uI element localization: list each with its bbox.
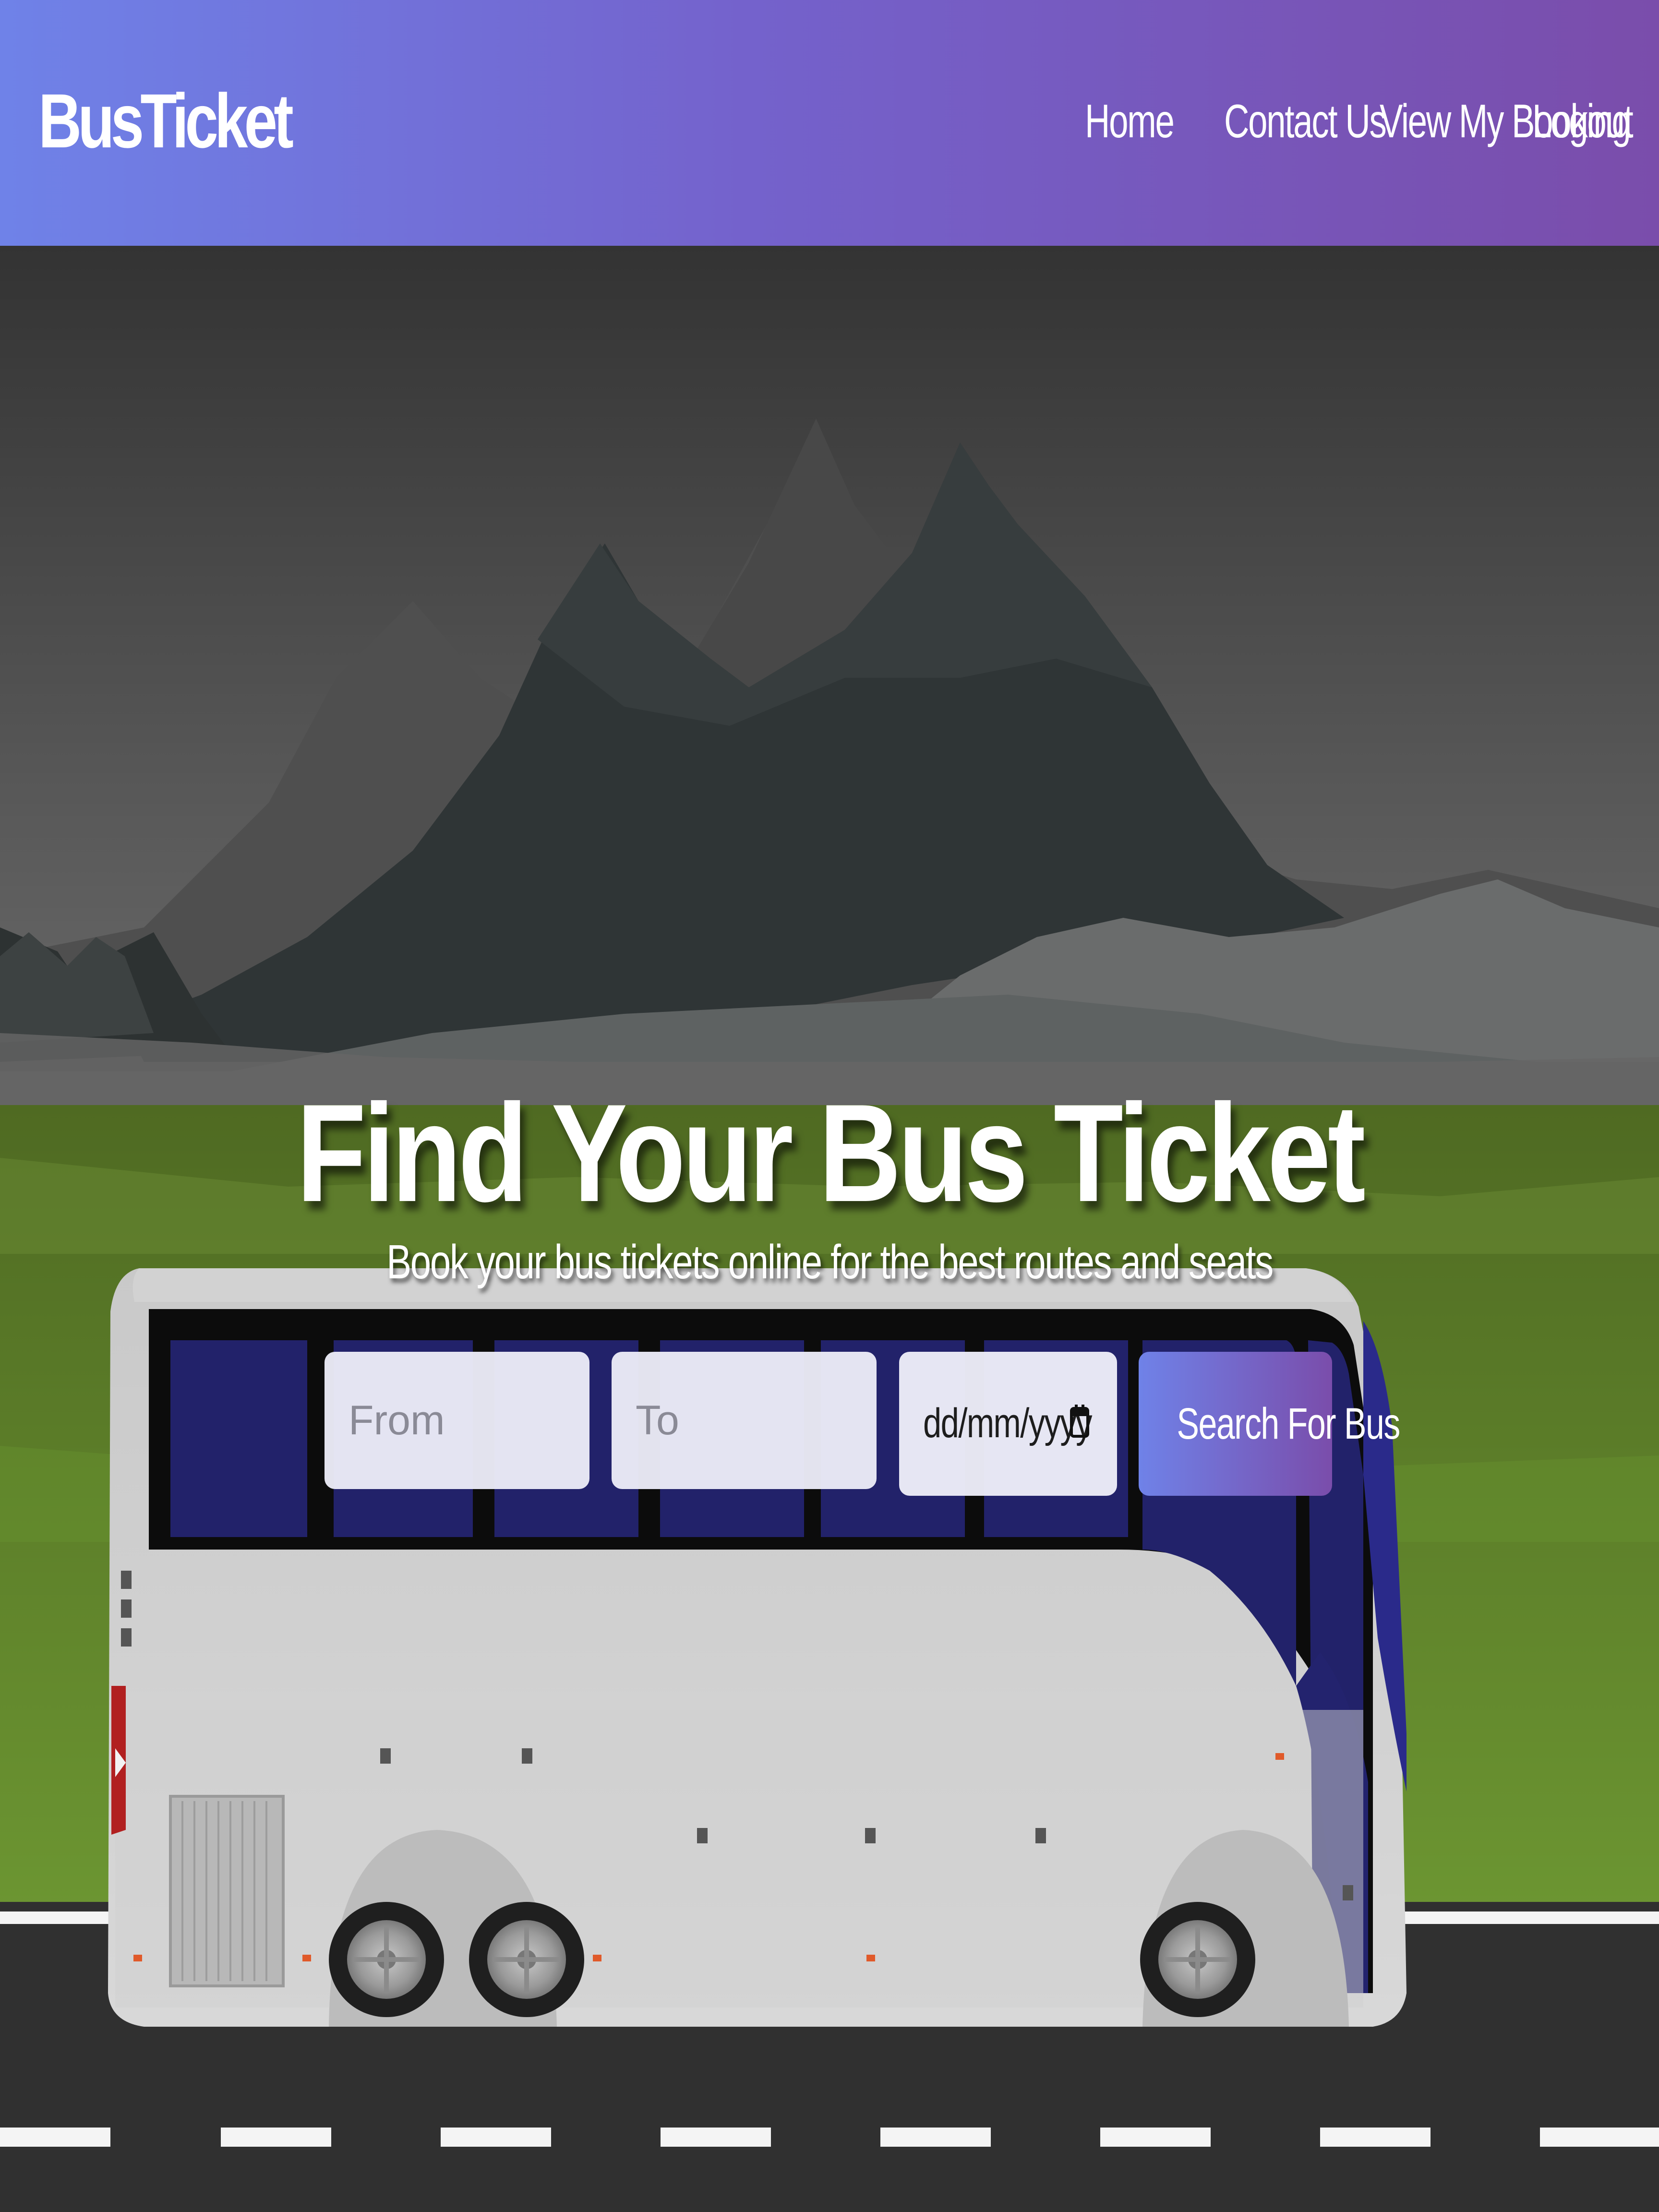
hero-title: Find Your Bus Ticket <box>296 1075 1366 1231</box>
hero-section: Find Your Bus Ticket Book your bus ticke… <box>0 246 1659 2212</box>
nav-contact-us-link[interactable]: Contact Us <box>1224 94 1387 148</box>
navbar: BusTicket Home Contact Us View My Bookin… <box>0 0 1659 246</box>
search-for-bus-label: Search For Bus <box>1177 1399 1400 1448</box>
hero-subtitle: Book your bus tickets online for the bes… <box>386 1235 1274 1289</box>
date-placeholder: dd/mm/yyyy <box>923 1400 1093 1446</box>
nav-logout-link[interactable]: Logout <box>1532 94 1634 148</box>
from-input[interactable] <box>325 1352 589 1489</box>
calendar-icon[interactable] <box>1070 1404 1089 1438</box>
travel-date-input[interactable]: dd/mm/yyyy <box>899 1352 1117 1496</box>
to-input[interactable] <box>612 1352 877 1489</box>
search-for-bus-button[interactable]: Search For Bus <box>1139 1352 1400 1496</box>
brand-logo[interactable]: BusTicket <box>38 77 294 165</box>
nav-home-link[interactable]: Home <box>1085 94 1175 148</box>
